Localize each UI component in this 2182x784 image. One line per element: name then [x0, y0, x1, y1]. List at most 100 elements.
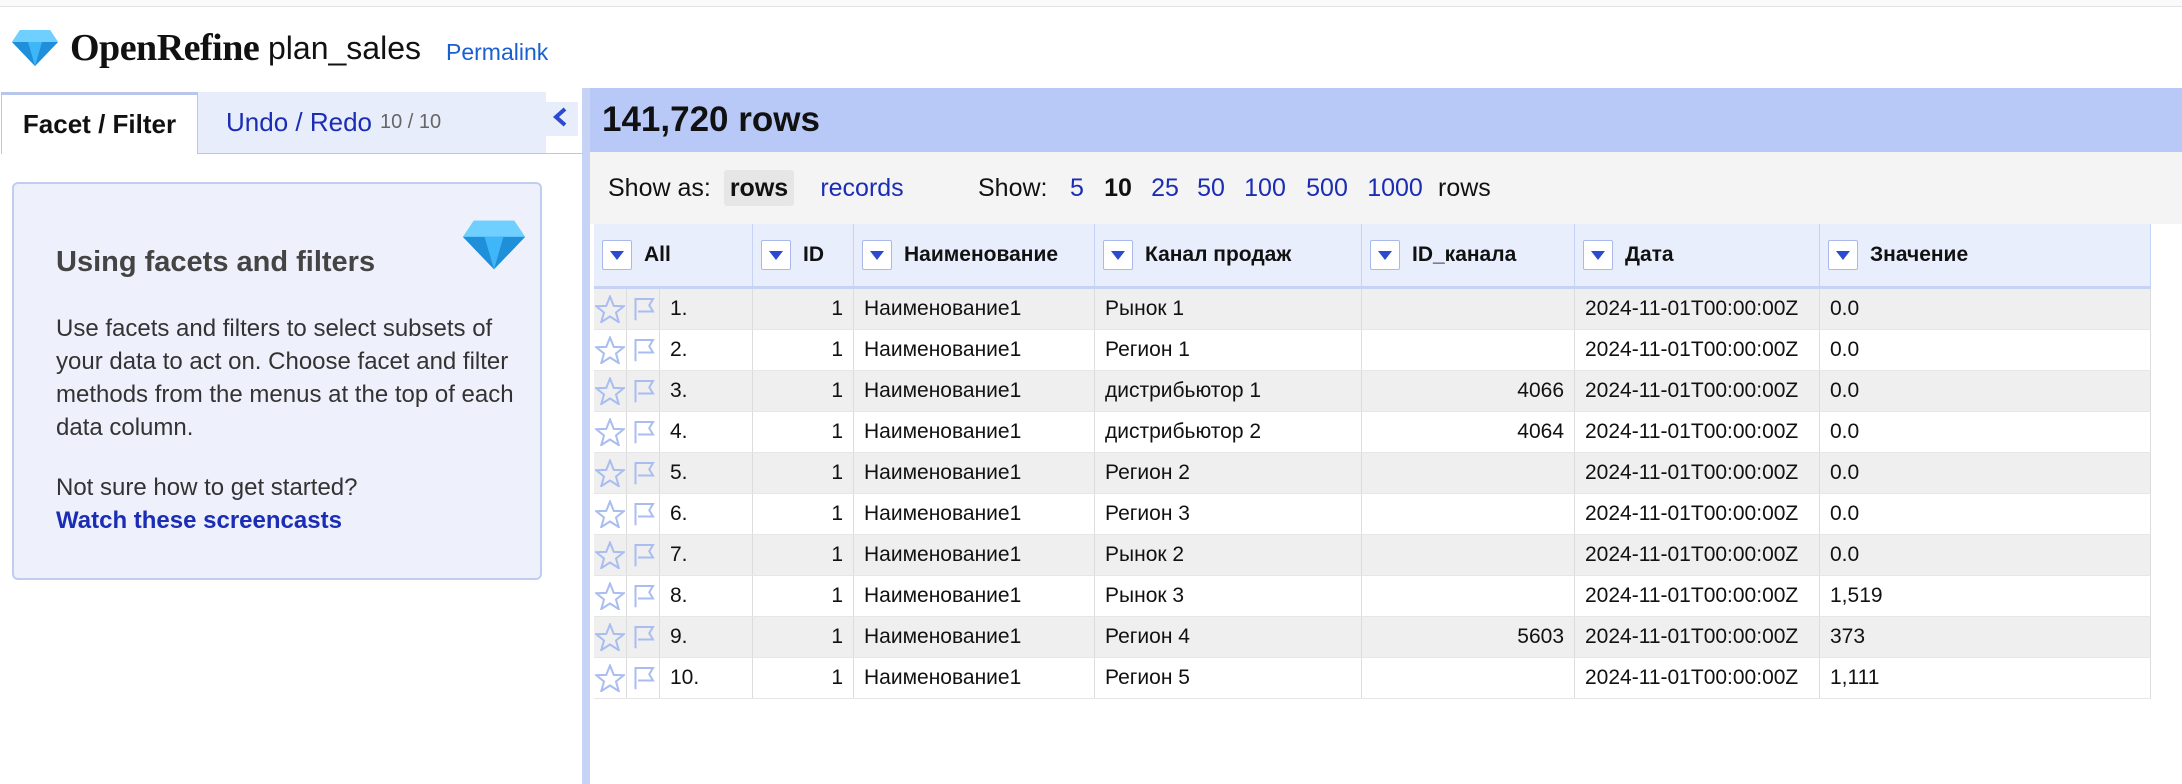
dropdown-arrow-icon[interactable] — [761, 240, 791, 270]
flag-icon[interactable] — [626, 329, 660, 371]
cell-id[interactable]: 1 — [752, 493, 854, 535]
cell-id[interactable]: 1 — [752, 616, 854, 658]
dropdown-arrow-icon[interactable] — [1103, 240, 1133, 270]
cell-channel[interactable]: Регион 4 — [1094, 616, 1362, 658]
cell-channel[interactable]: Регион 2 — [1094, 452, 1362, 494]
cell-name[interactable]: Наименование1 — [853, 452, 1095, 494]
cell-value[interactable]: 0.0 — [1819, 411, 2151, 453]
dropdown-arrow-icon[interactable] — [862, 240, 892, 270]
cell-date[interactable]: 2024-11-01T00:00:00Z — [1574, 411, 1820, 453]
cell-name[interactable]: Наименование1 — [853, 534, 1095, 576]
cell-id[interactable]: 1 — [752, 329, 854, 371]
cell-channel-id[interactable] — [1361, 452, 1575, 494]
flag-icon[interactable] — [626, 575, 660, 617]
star-icon[interactable] — [594, 616, 627, 658]
star-icon[interactable] — [594, 534, 627, 576]
page-size-5[interactable]: 5 — [1060, 170, 1094, 206]
page-size-25[interactable]: 25 — [1144, 170, 1186, 206]
flag-icon[interactable] — [626, 657, 660, 699]
page-size-500[interactable]: 500 — [1300, 170, 1354, 206]
page-size-1000[interactable]: 1000 — [1362, 170, 1428, 206]
cell-channel[interactable]: Регион 1 — [1094, 329, 1362, 371]
cell-id[interactable]: 1 — [752, 411, 854, 453]
flag-icon[interactable] — [626, 534, 660, 576]
tab-facet-filter[interactable]: Facet / Filter — [1, 92, 198, 154]
cell-channel-id[interactable]: 4064 — [1361, 411, 1575, 453]
cell-id[interactable]: 1 — [752, 452, 854, 494]
cell-value[interactable]: 0.0 — [1819, 370, 2151, 412]
cell-date[interactable]: 2024-11-01T00:00:00Z — [1574, 329, 1820, 371]
cell-name[interactable]: Наименование1 — [853, 616, 1095, 658]
cell-channel-id[interactable] — [1361, 287, 1575, 330]
dropdown-arrow-icon[interactable] — [602, 240, 632, 270]
cell-channel[interactable]: Регион 5 — [1094, 657, 1362, 699]
cell-value[interactable]: 0.0 — [1819, 534, 2151, 576]
cell-channel-id[interactable] — [1361, 575, 1575, 617]
flag-icon[interactable] — [626, 493, 660, 535]
star-icon[interactable] — [594, 452, 627, 494]
cell-date[interactable]: 2024-11-01T00:00:00Z — [1574, 287, 1820, 330]
cell-date[interactable]: 2024-11-01T00:00:00Z — [1574, 657, 1820, 699]
cell-channel-id[interactable] — [1361, 493, 1575, 535]
flag-icon[interactable] — [626, 616, 660, 658]
star-icon[interactable] — [594, 329, 627, 371]
cell-value[interactable]: 1,111 — [1819, 657, 2151, 699]
cell-name[interactable]: Наименование1 — [853, 575, 1095, 617]
cell-date[interactable]: 2024-11-01T00:00:00Z — [1574, 534, 1820, 576]
cell-channel[interactable]: дистрибьютор 2 — [1094, 411, 1362, 453]
cell-id[interactable]: 1 — [752, 575, 854, 617]
page-size-100[interactable]: 100 — [1238, 170, 1292, 206]
flag-icon[interactable] — [626, 411, 660, 453]
page-size-10[interactable]: 10 — [1098, 170, 1138, 206]
show-as-rows[interactable]: rows — [724, 170, 794, 206]
star-icon[interactable] — [594, 370, 627, 412]
cell-value[interactable]: 0.0 — [1819, 287, 2151, 330]
page-size-50[interactable]: 50 — [1190, 170, 1232, 206]
cell-channel-id[interactable] — [1361, 534, 1575, 576]
cell-id[interactable]: 1 — [752, 657, 854, 699]
tab-undo-redo[interactable]: Undo / Redo 10 / 10 — [198, 92, 546, 154]
cell-name[interactable]: Наименование1 — [853, 329, 1095, 371]
cell-channel-id[interactable]: 5603 — [1361, 616, 1575, 658]
star-icon[interactable] — [594, 575, 627, 617]
cell-id[interactable]: 1 — [752, 534, 854, 576]
cell-channel[interactable]: Рынок 2 — [1094, 534, 1362, 576]
cell-value[interactable]: 1,519 — [1819, 575, 2151, 617]
cell-channel-id[interactable] — [1361, 657, 1575, 699]
cell-name[interactable]: Наименование1 — [853, 287, 1095, 330]
cell-channel[interactable]: Рынок 3 — [1094, 575, 1362, 617]
flag-icon[interactable] — [626, 452, 660, 494]
cell-name[interactable]: Наименование1 — [853, 493, 1095, 535]
star-icon[interactable] — [594, 493, 627, 535]
cell-date[interactable]: 2024-11-01T00:00:00Z — [1574, 616, 1820, 658]
flag-icon[interactable] — [626, 287, 660, 330]
column-name[interactable]: Наименование — [853, 224, 1095, 289]
cell-name[interactable]: Наименование1 — [853, 657, 1095, 699]
dropdown-arrow-icon[interactable] — [1583, 240, 1613, 270]
column-date[interactable]: Дата — [1574, 224, 1820, 289]
column-sales-channel[interactable]: Канал продаж — [1094, 224, 1362, 289]
cell-value[interactable]: 0.0 — [1819, 329, 2151, 371]
project-name[interactable]: plan_sales — [268, 30, 421, 67]
column-id[interactable]: ID — [752, 224, 854, 289]
panel-divider[interactable] — [582, 88, 590, 784]
cell-id[interactable]: 1 — [752, 287, 854, 330]
cell-channel-id[interactable] — [1361, 329, 1575, 371]
permalink-link[interactable]: Permalink — [446, 39, 548, 66]
star-icon[interactable] — [594, 411, 627, 453]
cell-value[interactable]: 0.0 — [1819, 493, 2151, 535]
column-value[interactable]: Значение — [1819, 224, 2151, 289]
column-all[interactable]: All — [594, 224, 753, 289]
cell-value[interactable]: 0.0 — [1819, 452, 2151, 494]
dropdown-arrow-icon[interactable] — [1370, 240, 1400, 270]
cell-name[interactable]: Наименование1 — [853, 411, 1095, 453]
cell-id[interactable]: 1 — [752, 370, 854, 412]
column-channel-id[interactable]: ID_канала — [1361, 224, 1575, 289]
cell-channel[interactable]: Регион 3 — [1094, 493, 1362, 535]
app-name[interactable]: OpenRefine — [70, 26, 260, 70]
show-as-records[interactable]: records — [814, 170, 910, 206]
collapse-panel-button[interactable] — [544, 102, 578, 136]
cell-value[interactable]: 373 — [1819, 616, 2151, 658]
star-icon[interactable] — [594, 287, 627, 330]
screencasts-link[interactable]: Watch these screencasts — [56, 507, 342, 535]
